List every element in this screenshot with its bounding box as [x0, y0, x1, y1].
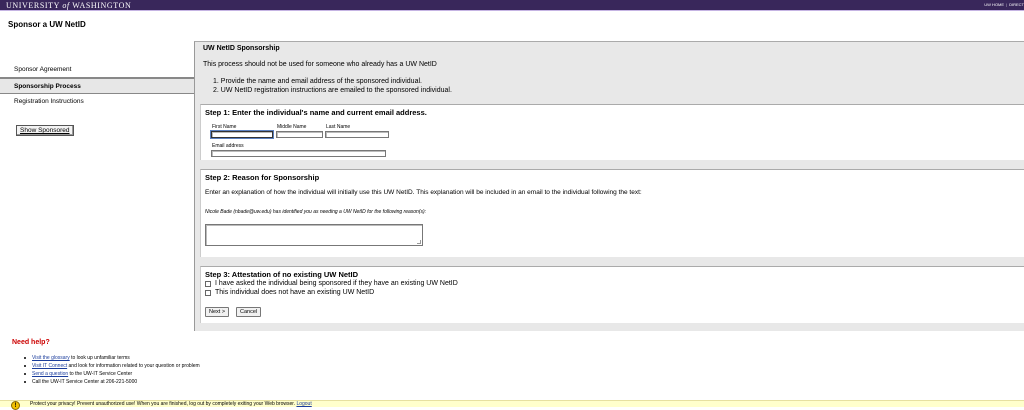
step2-panel: Step 2: Reason for Sponsorship Enter an … [200, 169, 1024, 257]
next-button[interactable]: Next > [205, 307, 230, 317]
help-text: Call the UW-IT Service Center at 206-221… [32, 379, 138, 385]
header-link-separator: | [1006, 2, 1008, 7]
attestation-option-none[interactable]: This individual does not have an existin… [205, 289, 374, 296]
sidebar-item-registration-instructions[interactable]: Registration Instructions [0, 94, 194, 110]
logout-link[interactable]: Logout [296, 401, 311, 407]
help-text: and look for information related to your… [67, 363, 200, 369]
no-netid-checkbox[interactable] [205, 289, 211, 296]
sidebar-item-sponsor-agreement[interactable]: Sponsor Agreement [0, 62, 194, 78]
header-links: UW HOME | DIRECT [982, 2, 1024, 7]
sidebar-item-sponsorship-process[interactable]: Sponsorship Process [0, 78, 194, 94]
reason-textarea[interactable] [205, 224, 423, 246]
process-steps: 1. Provide the name and email address of… [213, 77, 452, 95]
uw-logo[interactable]: UNIVERSITY of WASHINGTON [6, 1, 131, 10]
uw-logo-university: UNIVERSITY [6, 1, 60, 10]
privacy-banner: ! Protect your privacy! Prevent unauthor… [0, 400, 1024, 410]
sidebar: Sponsor Agreement Sponsorship Process Re… [0, 62, 194, 110]
directories-link[interactable]: DIRECT [1009, 2, 1024, 7]
list-item: Call the UW-IT Service Center at 206-221… [22, 378, 200, 386]
help-text: to the UW-IT Service Center [68, 371, 133, 377]
first-name-input[interactable] [210, 130, 274, 139]
email-input[interactable] [211, 150, 386, 157]
privacy-message: Protect your privacy! Prevent unauthoriz… [30, 401, 312, 407]
cancel-button[interactable]: Cancel [236, 307, 262, 317]
step1-heading: Step 1: Enter the individual's name and … [205, 108, 427, 117]
process-step-2: 2. UW NetID registration instructions ar… [213, 87, 452, 94]
show-sponsored-button[interactable]: Show Sponsored [16, 125, 74, 136]
uw-header-bar: UNIVERSITY of WASHINGTON UW HOME | DIRECT [0, 0, 1024, 11]
form-intro: This process should not be used for some… [203, 61, 437, 68]
list-item: Send a question to the UW-IT Service Cen… [22, 370, 200, 378]
uw-logo-of: of [62, 1, 70, 10]
sponsorship-form: UW NetID Sponsorship This process should… [194, 41, 1024, 331]
send-question-link[interactable]: Send a question [32, 371, 68, 377]
attestation-option-asked[interactable]: I have asked the individual being sponso… [205, 280, 458, 287]
last-name-label: Last Name [326, 124, 351, 130]
step2-heading: Step 2: Reason for Sponsorship [205, 173, 320, 182]
glossary-link[interactable]: Visit the glossary [32, 355, 70, 361]
reason-email-preview: Nicole Bade (nbade@uw.edu) has identifie… [205, 209, 427, 215]
privacy-text: Protect your privacy! Prevent unauthoriz… [30, 401, 296, 407]
email-label: Email address [212, 143, 244, 149]
reason-instructions: Enter an explanation of how the individu… [205, 189, 642, 196]
asked-checkbox[interactable] [205, 280, 211, 287]
middle-name-label: Middle Name [277, 124, 307, 130]
list-item: Visit IT Connect and look for informatio… [22, 362, 200, 370]
page-title: Sponsor a UW NetID [8, 20, 86, 29]
help-text: to look up unfamiliar terms [69, 355, 130, 361]
uw-home-link[interactable]: UW HOME [984, 2, 1004, 7]
no-netid-checkbox-label[interactable]: This individual does not have an existin… [215, 289, 374, 296]
resize-grip-icon[interactable] [417, 240, 421, 244]
list-item: Visit the glossary to look up unfamiliar… [22, 354, 200, 362]
help-heading: Need help? [12, 339, 50, 346]
warning-icon: ! [11, 401, 20, 410]
process-step-1: 1. Provide the name and email address of… [213, 78, 422, 85]
step3-panel: Step 3: Attestation of no existing UW Ne… [200, 266, 1024, 323]
middle-name-input[interactable] [276, 131, 323, 138]
asked-checkbox-label[interactable]: I have asked the individual being sponso… [215, 280, 458, 287]
uw-logo-washington: WASHINGTON [72, 1, 132, 10]
first-name-label: First Name [212, 124, 237, 130]
it-connect-link[interactable]: Visit IT Connect [32, 363, 67, 369]
help-list: Visit the glossary to look up unfamiliar… [22, 354, 200, 386]
step1-panel: Step 1: Enter the individual's name and … [200, 104, 1024, 160]
step3-heading: Step 3: Attestation of no existing UW Ne… [205, 270, 359, 279]
last-name-input[interactable] [325, 131, 389, 138]
form-heading: UW NetID Sponsorship [203, 45, 280, 52]
